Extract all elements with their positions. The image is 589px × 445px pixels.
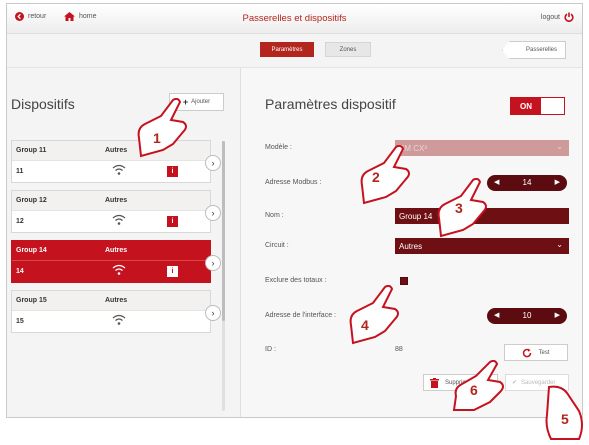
device-name: Group 14 — [16, 247, 47, 254]
power-icon — [564, 12, 574, 22]
device-item-selected[interactable]: Group 14 Autres 14 i › — [11, 240, 221, 283]
device-detail-row: 14 i — [12, 262, 210, 282]
callout-hand-6: 6 — [450, 360, 510, 415]
circuit-label: Circuit : — [265, 242, 289, 249]
device-type: Autres — [105, 147, 128, 154]
toggle-on-label: ON — [511, 98, 541, 114]
device-type: Autres — [105, 247, 128, 254]
name-value: Group 14 — [399, 211, 433, 221]
modbus-address-stepper[interactable]: ◀ 14 ▶ — [487, 175, 567, 191]
scrollbar-thumb[interactable] — [222, 141, 225, 321]
device-item[interactable]: Group 12 Autres 12 i › — [11, 190, 221, 233]
info-button[interactable]: i — [167, 216, 178, 227]
increment-icon[interactable]: ▶ — [555, 178, 560, 186]
logout-label: logout — [540, 13, 560, 21]
circuit-select[interactable]: Autres ⌄ — [395, 238, 569, 254]
device-id: 12 — [16, 218, 24, 225]
device-id: 14 — [16, 268, 24, 275]
modbus-label: Adresse Modbus : — [265, 179, 322, 186]
pointing-hand-icon — [452, 360, 504, 411]
pointing-hand-icon — [349, 285, 399, 345]
checkmark-icon: ✔ — [512, 380, 518, 386]
interface-address-stepper[interactable]: ◀ 10 ▶ — [487, 308, 567, 324]
refresh-icon — [523, 348, 532, 357]
info-button[interactable]: i — [167, 166, 178, 177]
chevron-down-icon: ⌄ — [556, 142, 563, 151]
devices-title: Dispositifs — [11, 96, 75, 112]
info-button[interactable]: i — [167, 266, 178, 277]
device-name: Group 15 — [16, 297, 47, 304]
wifi-icon — [112, 264, 126, 275]
device-header-row: Group 15 Autres — [12, 291, 210, 311]
pointing-hand-icon — [437, 178, 487, 238]
device-id: 11 — [16, 168, 24, 175]
callout-hand-3: 3 — [433, 178, 493, 238]
tab-zones[interactable]: Zones — [325, 42, 371, 57]
callout-number: 6 — [470, 382, 478, 398]
model-label: Modèle : — [265, 144, 292, 151]
callout-number: 1 — [153, 130, 161, 146]
circuit-value: Autres — [399, 241, 423, 251]
device-detail-row: 11 i — [12, 162, 210, 182]
wifi-icon — [112, 214, 126, 225]
test-button[interactable]: Test — [504, 344, 568, 361]
app-window: retour home Passerelles et dispositifs l… — [6, 3, 583, 418]
model-select[interactable]: EM CX³ ⌄ — [395, 140, 569, 156]
passerelles-button[interactable]: Passerelles — [502, 41, 566, 59]
chevron-right-icon[interactable]: › — [205, 205, 221, 221]
callout-number: 2 — [372, 169, 380, 185]
name-label: Nom : — [265, 212, 284, 219]
wifi-icon — [112, 314, 126, 325]
device-item[interactable]: Group 15 Autres 15 › — [11, 290, 221, 333]
exclude-totals-checkbox[interactable] — [400, 277, 408, 285]
on-off-toggle[interactable]: ON — [510, 97, 565, 115]
wifi-icon — [112, 164, 126, 175]
device-type: Autres — [105, 197, 128, 204]
add-label: Ajouter — [191, 99, 211, 105]
device-header-row: Group 12 Autres — [12, 191, 210, 211]
chevron-right-icon[interactable]: › — [205, 255, 221, 271]
device-header-row: Group 14 Autres — [12, 241, 210, 261]
device-name: Group 12 — [16, 197, 47, 204]
page-title: Passerelles et dispositifs — [242, 13, 347, 24]
pointing-hand-icon — [137, 98, 187, 158]
device-name: Group 11 — [16, 147, 47, 154]
callout-number: 4 — [361, 317, 369, 333]
test-label: Test — [538, 349, 550, 356]
callout-number: 3 — [455, 200, 463, 216]
device-detail-row: 12 i — [12, 212, 210, 232]
chevron-right-icon[interactable]: › — [205, 155, 221, 171]
chevron-down-icon: ⌄ — [556, 240, 563, 249]
device-id: 15 — [16, 318, 24, 325]
id-label: ID : — [265, 346, 276, 353]
devices-panel: Dispositifs + Ajouter Group 11 Autres 11… — [7, 68, 241, 417]
interface-address-label: Adresse de l'interface : — [265, 312, 336, 319]
top-bar: retour home Passerelles et dispositifs l… — [7, 4, 582, 34]
sub-bar: Paramètres Zones Passerelles — [7, 34, 582, 68]
settings-title: Paramètres dispositif — [265, 96, 396, 112]
exclude-label: Exclure des totaux : — [265, 277, 327, 284]
callout-hand-1: 1 — [133, 98, 193, 158]
callout-hand-5: 5 — [541, 385, 587, 443]
trash-icon — [430, 377, 439, 388]
callout-number: 5 — [561, 411, 569, 427]
device-settings-panel: Paramètres dispositif ON Modèle : EM CX³… — [242, 68, 582, 417]
chevron-right-icon[interactable]: › — [205, 305, 221, 321]
callout-hand-4: 4 — [345, 285, 405, 345]
tab-parametres[interactable]: Paramètres — [260, 42, 314, 57]
device-detail-row: 15 — [12, 312, 210, 332]
increment-icon[interactable]: ▶ — [555, 311, 560, 319]
callout-hand-2: 2 — [356, 145, 416, 205]
device-type: Autres — [105, 297, 128, 304]
pointing-hand-icon — [360, 145, 410, 205]
logout-button[interactable]: logout — [541, 12, 574, 22]
id-value: 88 — [395, 346, 403, 353]
